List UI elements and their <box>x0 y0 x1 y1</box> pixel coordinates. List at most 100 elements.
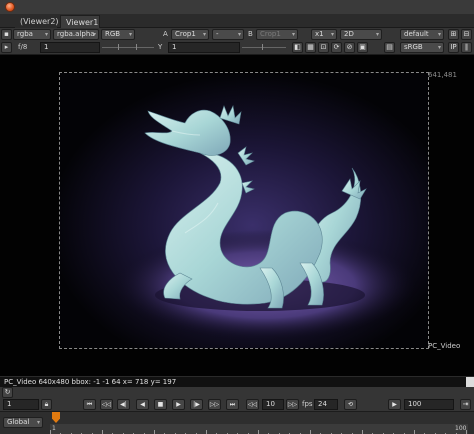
pixel-info-text: PC_Video 640x480 bbox: -1 -1 64 x= 718 y… <box>4 378 177 386</box>
gain-field[interactable]: 1 <box>40 42 100 53</box>
chevron-down-icon: ▾ <box>44 31 48 38</box>
first-frame-button[interactable]: ⏮ <box>83 399 96 410</box>
channel-lock-icon[interactable]: ▪ <box>1 29 12 40</box>
stop-button[interactable]: ■ <box>154 399 167 410</box>
gain-slider[interactable] <box>102 47 154 48</box>
last-frame-field[interactable]: 100 <box>404 399 454 410</box>
colorspace-dropdown[interactable]: sRGB ▾ <box>400 42 444 53</box>
info-overlay-icon[interactable]: ∥ <box>461 42 472 53</box>
chevron-down-icon: ▾ <box>92 31 96 38</box>
timeline-tick <box>414 430 415 434</box>
range-mode-value: Global <box>7 418 30 426</box>
display-channels-dropdown[interactable]: RGB ▾ <box>101 29 135 40</box>
chevron-down-icon: ▾ <box>291 31 295 38</box>
channels-value: rgba <box>17 30 33 38</box>
play-mode-icon[interactable]: ↻ <box>2 387 13 398</box>
zoom-dropdown[interactable]: x1 ▾ <box>311 29 337 40</box>
skip-back-button[interactable]: ◁◁ <box>246 399 259 410</box>
skip-forward-button[interactable]: ▷▷ <box>286 399 299 410</box>
tab-bar: (Viewer2) Viewer1 <box>0 14 474 28</box>
range-mode-dropdown[interactable]: Global ▾ <box>3 417 43 428</box>
viewer-settings-icon[interactable]: ⊟ <box>461 29 472 40</box>
clip-warning-icon[interactable]: ◧ <box>292 42 303 53</box>
input-a-label: A <box>163 30 168 38</box>
input-a-node-dropdown[interactable]: Crop1 ▾ <box>171 29 209 40</box>
input-b-node-dropdown[interactable]: Crop1 ▾ <box>256 29 298 40</box>
timeline-tick <box>466 430 467 434</box>
view-mode-value: 2D <box>344 30 354 38</box>
viewer-toolbar-bottom: ▸ f/8 1 Y 1 ◧ ▦ ⊡ ⟳ ⊘ ▣ ▤ sRGB ▾ IP ∥ <box>0 41 474 55</box>
previous-frame-button[interactable]: ◀| <box>117 399 130 410</box>
display-channels-value: RGB <box>105 30 121 38</box>
next-keyframe-button[interactable]: ▷▷ <box>208 399 221 410</box>
input-process-icon[interactable]: IP <box>448 42 459 53</box>
lut-value: default <box>404 30 429 38</box>
close-window-icon[interactable] <box>5 2 15 12</box>
last-frame-button[interactable]: ⏭ <box>226 399 239 410</box>
fps-label: fps <box>302 400 313 408</box>
roi-icon[interactable]: ⊞ <box>448 29 459 40</box>
viewer-canvas[interactable]: 641,481 PC_Video <box>0 55 474 376</box>
timeline-end-label: 100 <box>455 425 467 432</box>
playhead[interactable] <box>52 412 60 423</box>
pause-update-icon[interactable]: ⊘ <box>344 42 355 53</box>
next-frame-button[interactable]: |▶ <box>190 399 203 410</box>
downscale-icon[interactable]: ⊡ <box>318 42 329 53</box>
chevron-down-icon: ▾ <box>330 31 334 38</box>
chevron-down-icon: ▾ <box>375 31 379 38</box>
tab-viewer1[interactable]: Viewer1 <box>60 15 100 28</box>
viewer-node-label: PC_Video <box>428 342 461 350</box>
frame-field[interactable]: 1 <box>3 399 39 410</box>
chevron-down-icon: ▾ <box>437 31 441 38</box>
lut-dropdown[interactable]: default ▾ <box>400 29 444 40</box>
previous-keyframe-button[interactable]: ◁◁ <box>100 399 113 410</box>
input-b-label: B <box>248 30 253 38</box>
fps-field[interactable]: 24 <box>314 399 338 410</box>
input-b-node-value: Crop1 <box>260 30 281 38</box>
increment-field[interactable]: 10 <box>262 399 284 410</box>
chevron-down-icon: ▾ <box>36 419 40 426</box>
timeline-tick <box>50 430 51 434</box>
compare-op-dropdown[interactable]: - ▾ <box>212 29 244 40</box>
timeline-tick <box>362 430 363 434</box>
play-forward-button[interactable]: ▶ <box>172 399 185 410</box>
colorspace-toggle-icon[interactable]: ▤ <box>384 42 395 53</box>
proxy-icon[interactable]: ▦ <box>305 42 316 53</box>
gamma-slider[interactable] <box>242 47 286 48</box>
colorspace-value: sRGB <box>404 43 423 51</box>
gamma-field[interactable]: 1 <box>168 42 240 53</box>
timeline-tick <box>310 430 311 434</box>
play-backward-button[interactable]: ◀ <box>136 399 149 410</box>
timeline-tick <box>102 430 103 434</box>
lock-icon[interactable]: ▣ <box>357 42 368 53</box>
chevron-down-icon: ▾ <box>237 31 241 38</box>
zoom-value: x1 <box>315 30 324 38</box>
lock-range-icon[interactable]: ⇥ <box>460 399 471 410</box>
refresh-icon[interactable]: ⟳ <box>331 42 342 53</box>
fstop-label: f/8 <box>18 43 28 51</box>
render-image <box>60 73 428 348</box>
chevron-down-icon: ▾ <box>128 31 132 38</box>
channels-dropdown[interactable]: rgba ▾ <box>13 29 51 40</box>
gain-slider-tick <box>136 44 137 50</box>
chevron-down-icon: ▾ <box>202 31 206 38</box>
tab-viewer2[interactable]: (Viewer2) <box>15 15 59 28</box>
gamma-label: Y <box>158 43 163 51</box>
format-size-label: 641,481 <box>428 71 457 79</box>
frame-lock-icon[interactable]: 🔒︎ <box>41 399 52 410</box>
timeline-tick <box>154 430 155 434</box>
timeline-start-label: 1 <box>52 425 56 432</box>
compare-op-value: - <box>216 30 219 38</box>
timeline: Global ▾ 1 100 <box>0 411 474 434</box>
flipbook-button[interactable]: ▶ <box>388 399 401 410</box>
view-mode-dropdown[interactable]: 2D ▾ <box>340 29 382 40</box>
format-frame <box>59 72 429 349</box>
chevron-down-icon: ▾ <box>437 44 441 51</box>
loop-mode-button[interactable]: ⟲ <box>344 399 357 410</box>
alpha-channel-value: rgba.alpha <box>57 30 95 38</box>
gain-slider-tick <box>118 44 119 50</box>
timeline-tick <box>258 430 259 434</box>
alpha-channel-dropdown[interactable]: rgba.alpha ▾ <box>53 29 99 40</box>
timeline-ruler[interactable]: 1 100 <box>50 424 468 434</box>
gain-lock-icon[interactable]: ▸ <box>1 42 12 53</box>
